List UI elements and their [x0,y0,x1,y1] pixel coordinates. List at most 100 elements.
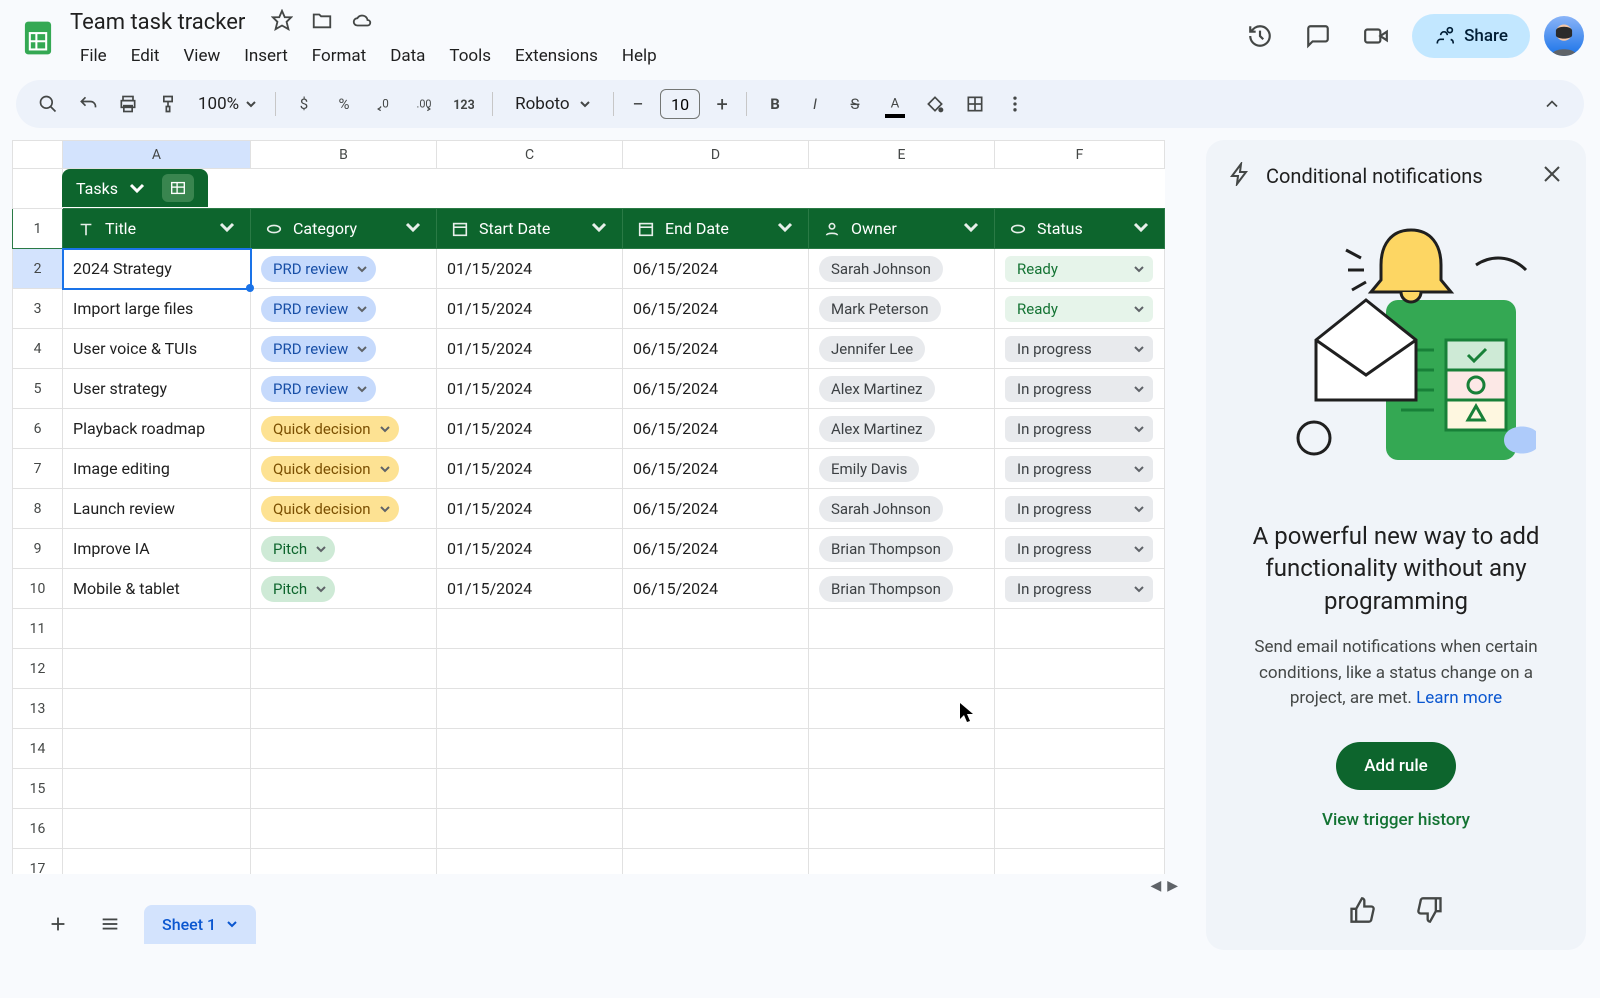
cell-owner[interactable]: Brian Thompson [809,569,995,609]
cell-category[interactable]: PRD review [251,289,437,329]
header-status[interactable]: Status [1005,218,1154,240]
cell-end-date[interactable]: 06/15/2024 [623,529,809,569]
empty-cell[interactable] [251,849,437,875]
empty-cell[interactable] [809,609,995,649]
cell-end-date[interactable]: 06/15/2024 [623,249,809,289]
spreadsheet-grid[interactable]: ABCDEF1TitleCategoryStart DateEnd DateOw… [12,140,1165,874]
add-rule-button[interactable]: Add rule [1336,742,1456,790]
empty-cell[interactable] [437,609,623,649]
empty-cell[interactable] [437,769,623,809]
cell-title[interactable]: Import large files [63,289,251,329]
col-header-F[interactable]: F [995,141,1165,169]
cell-start-date[interactable]: 01/15/2024 [437,409,623,449]
cloud-status-icon[interactable] [351,9,373,35]
empty-cell[interactable] [809,729,995,769]
cell-status[interactable]: In progress [995,489,1165,529]
cell-title[interactable]: Launch review [63,489,251,529]
empty-cell[interactable] [809,689,995,729]
cell-category[interactable]: PRD review [251,249,437,289]
cell-end-date[interactable]: 06/15/2024 [623,289,809,329]
empty-cell[interactable] [251,769,437,809]
close-icon[interactable] [1540,162,1564,190]
table-view-icon[interactable] [162,174,194,202]
cell-end-date[interactable]: 06/15/2024 [623,369,809,409]
col-header-C[interactable]: C [437,141,623,169]
empty-cell[interactable] [63,649,251,689]
empty-cell[interactable] [809,769,995,809]
comment-icon[interactable] [1296,14,1340,58]
decrease-font-icon[interactable]: − [624,90,652,118]
cell-owner[interactable]: Alex Martinez [809,409,995,449]
cell-owner[interactable]: Emily Davis [809,449,995,489]
empty-cell[interactable] [437,689,623,729]
cell-title[interactable]: Improve IA [63,529,251,569]
learn-more-link[interactable]: Learn more [1416,688,1502,708]
decrease-decimal-icon[interactable]: .0 [366,86,402,122]
cell-category[interactable]: PRD review [251,369,437,409]
cell-status[interactable]: In progress [995,409,1165,449]
empty-cell[interactable] [623,769,809,809]
zoom-select[interactable]: 100% [190,94,265,114]
header-end[interactable]: End Date [633,218,798,240]
cell-start-date[interactable]: 01/15/2024 [437,449,623,489]
cell-title[interactable]: User voice & TUIs [63,329,251,369]
empty-cell[interactable] [63,809,251,849]
empty-cell[interactable] [251,609,437,649]
add-sheet-icon[interactable] [40,906,76,942]
cell-end-date[interactable]: 06/15/2024 [623,329,809,369]
empty-cell[interactable] [995,649,1165,689]
more-icon[interactable] [997,86,1033,122]
cell-start-date[interactable]: 01/15/2024 [437,489,623,529]
menu-tools[interactable]: Tools [439,40,501,72]
font-size-input[interactable] [660,89,700,119]
document-title[interactable]: Team task tracker [70,10,245,35]
cell-end-date[interactable]: 06/15/2024 [623,449,809,489]
thumbs-down-icon[interactable] [1416,896,1444,928]
menu-file[interactable]: File [70,40,117,72]
cell-title[interactable]: 2024 Strategy [63,249,251,289]
table-chip[interactable]: Tasks [62,169,208,207]
thumbs-up-icon[interactable] [1348,896,1376,928]
paint-format-icon[interactable] [150,86,186,122]
empty-cell[interactable] [809,649,995,689]
cell-title[interactable]: Playback roadmap [63,409,251,449]
strikethrough-icon[interactable]: S [837,86,873,122]
undo-icon[interactable] [70,86,106,122]
cell-start-date[interactable]: 01/15/2024 [437,329,623,369]
cell-title[interactable]: User strategy [63,369,251,409]
sheets-logo[interactable] [16,16,60,60]
empty-cell[interactable] [63,689,251,729]
empty-cell[interactable] [809,809,995,849]
history-icon[interactable] [1238,14,1282,58]
cell-owner[interactable]: Brian Thompson [809,529,995,569]
col-header-E[interactable]: E [809,141,995,169]
empty-cell[interactable] [437,809,623,849]
empty-cell[interactable] [623,809,809,849]
menu-data[interactable]: Data [380,40,435,72]
cell-category[interactable]: Quick decision [251,489,437,529]
horizontal-scroll[interactable]: ◀▶ [12,874,1196,898]
cell-status[interactable]: Ready [995,249,1165,289]
cell-status[interactable]: In progress [995,529,1165,569]
cell-start-date[interactable]: 01/15/2024 [437,249,623,289]
empty-cell[interactable] [623,689,809,729]
cell-start-date[interactable]: 01/15/2024 [437,569,623,609]
empty-cell[interactable] [63,729,251,769]
cell-status[interactable]: Ready [995,289,1165,329]
header-start[interactable]: Start Date [447,218,612,240]
cell-title[interactable]: Image editing [63,449,251,489]
header-title[interactable]: Title [73,218,240,240]
view-history-link[interactable]: View trigger history [1228,810,1564,830]
empty-cell[interactable] [623,729,809,769]
empty-cell[interactable] [63,609,251,649]
currency-icon[interactable]: $ [286,86,322,122]
font-select[interactable]: Roboto [503,94,603,114]
empty-cell[interactable] [995,809,1165,849]
empty-cell[interactable] [63,769,251,809]
empty-cell[interactable] [437,729,623,769]
empty-cell[interactable] [995,729,1165,769]
cell-end-date[interactable]: 06/15/2024 [623,489,809,529]
empty-cell[interactable] [437,849,623,875]
menu-help[interactable]: Help [612,40,667,72]
cell-category[interactable]: Pitch [251,569,437,609]
